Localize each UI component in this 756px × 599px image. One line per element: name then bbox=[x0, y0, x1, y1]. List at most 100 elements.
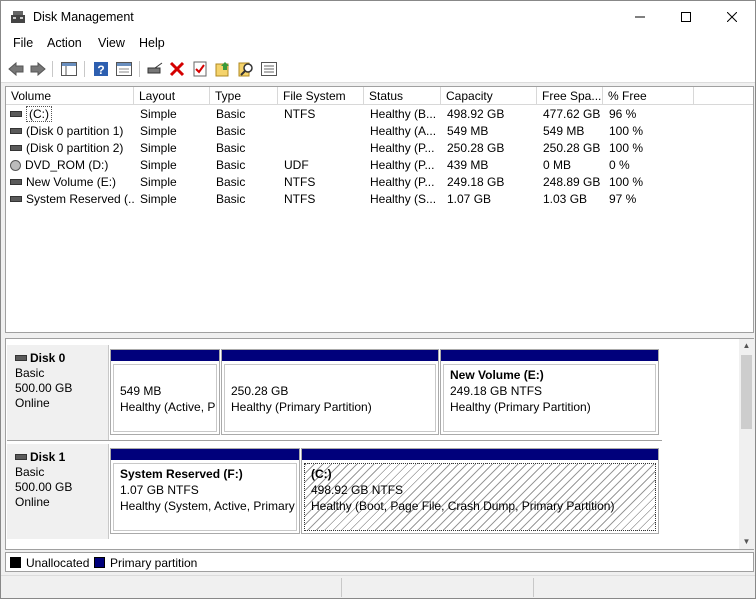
toolbar-separator bbox=[84, 61, 85, 77]
column-header-percent-free[interactable]: % Free bbox=[603, 87, 694, 105]
disk-graphical-view[interactable]: Disk 0 Basic 500.00 GB Online 549 MB Hea… bbox=[5, 338, 754, 550]
volume-free-space: 549 MB bbox=[543, 124, 585, 138]
disk-0-partition-2[interactable]: 250.28 GB Healthy (Primary Partition) bbox=[221, 349, 439, 435]
volume-name: (Disk 0 partition 2) bbox=[26, 141, 124, 155]
volume-status: Healthy (P... bbox=[370, 141, 435, 155]
volume-type: Basic bbox=[216, 141, 246, 155]
partition-size: 549 MB bbox=[120, 384, 162, 398]
column-header-status[interactable]: Status bbox=[364, 87, 441, 105]
connect-icon bbox=[147, 62, 163, 74]
vertical-scrollbar[interactable]: ▲ ▼ bbox=[739, 339, 754, 549]
scrollbar-thumb[interactable] bbox=[741, 355, 752, 429]
disk-management-window: Disk Management File Action View Help ? bbox=[0, 0, 756, 599]
status-bar-segment bbox=[533, 578, 534, 597]
show-hide-console-tree-button[interactable] bbox=[59, 59, 79, 79]
legend-primary-partition: Primary partition bbox=[110, 556, 198, 570]
disk-name: Disk 1 bbox=[30, 450, 66, 464]
volume-capacity: 549 MB bbox=[447, 124, 489, 138]
column-header-file-system[interactable]: File System bbox=[278, 87, 364, 105]
legend-unallocated: Unallocated bbox=[26, 556, 90, 570]
unallocated-swatch bbox=[10, 557, 21, 568]
volume-list-header: Volume Layout Type File System Status Ca… bbox=[6, 87, 753, 105]
volume-icon bbox=[10, 178, 22, 185]
import-button[interactable] bbox=[213, 59, 233, 79]
disk-1-partition-system-reserved[interactable]: System Reserved (F:) 1.07 GB NTFS Health… bbox=[110, 448, 300, 534]
properties-button[interactable] bbox=[114, 59, 134, 79]
menu-help[interactable]: Help bbox=[139, 36, 165, 50]
menu-action[interactable]: Action bbox=[47, 36, 82, 50]
list-button[interactable] bbox=[259, 59, 279, 79]
disk-state: Online bbox=[15, 396, 50, 410]
primary-partition-swatch bbox=[94, 557, 105, 568]
menu-bar: File Action View Help bbox=[1, 33, 755, 55]
disk-1-partition-c[interactable]: (C:) 498.92 GB NTFS Healthy (Boot, Page … bbox=[301, 448, 659, 534]
volume-row[interactable]: System Reserved (... Simple Basic NTFS H… bbox=[6, 191, 753, 208]
partition-status: Healthy (Active, P bbox=[120, 400, 216, 414]
search-button[interactable] bbox=[236, 59, 256, 79]
disk-management-app-icon bbox=[11, 11, 25, 23]
column-header-capacity[interactable]: Capacity bbox=[441, 87, 537, 105]
volume-icon bbox=[10, 110, 22, 117]
column-header-layout[interactable]: Layout bbox=[134, 87, 210, 105]
back-arrow-icon bbox=[8, 62, 24, 76]
checklist-icon bbox=[193, 61, 207, 77]
volume-row[interactable]: (Disk 0 partition 1) Simple Basic Health… bbox=[6, 123, 753, 140]
volume-status: Healthy (P... bbox=[370, 158, 435, 172]
column-header-type[interactable]: Type bbox=[210, 87, 278, 105]
search-icon bbox=[238, 62, 253, 77]
volume-row[interactable]: DVD_ROM (D:) Simple Basic UDF Healthy (P… bbox=[6, 157, 753, 174]
partition-status: Healthy (Primary Partition) bbox=[231, 400, 372, 414]
volume-file-system: NTFS bbox=[284, 192, 316, 206]
console-tree-icon bbox=[61, 62, 77, 76]
close-icon bbox=[727, 12, 737, 22]
volume-capacity: 250.28 GB bbox=[447, 141, 505, 155]
toolbar-separator bbox=[52, 61, 53, 77]
volume-free-space: 477.62 GB bbox=[543, 107, 601, 121]
minimize-button[interactable] bbox=[617, 1, 663, 33]
volume-layout: Simple bbox=[140, 192, 177, 206]
volume-list[interactable]: Volume Layout Type File System Status Ca… bbox=[5, 86, 754, 333]
properties-icon bbox=[116, 62, 132, 76]
volume-free-space: 0 MB bbox=[543, 158, 572, 172]
checklist-button[interactable] bbox=[190, 59, 210, 79]
close-button[interactable] bbox=[709, 1, 755, 33]
column-header-free-space[interactable]: Free Spa... bbox=[537, 87, 603, 105]
volume-icon bbox=[10, 127, 22, 134]
back-button[interactable] bbox=[6, 59, 26, 79]
volume-row[interactable]: (C:) Simple Basic NTFS Healthy (B... 498… bbox=[6, 106, 753, 123]
volume-row[interactable]: New Volume (E:) Simple Basic NTFS Health… bbox=[6, 174, 753, 191]
volume-layout: Simple bbox=[140, 124, 177, 138]
disk-1-label[interactable]: Disk 1 Basic 500.00 GB Online bbox=[7, 444, 109, 539]
scroll-down-icon[interactable]: ▼ bbox=[739, 535, 754, 549]
volume-capacity: 249.18 GB bbox=[447, 175, 505, 189]
maximize-button[interactable] bbox=[663, 1, 709, 33]
volume-layout: Simple bbox=[140, 158, 177, 172]
forward-arrow-icon bbox=[30, 62, 46, 76]
volume-type: Basic bbox=[216, 107, 246, 121]
disk-0-partition-new-volume[interactable]: New Volume (E:) 249.18 GB NTFS Healthy (… bbox=[440, 349, 659, 435]
partition-name: (C:) bbox=[311, 467, 332, 481]
volume-name: New Volume (E:) bbox=[26, 175, 117, 189]
volume-capacity: 1.07 GB bbox=[447, 192, 492, 206]
svg-text:?: ? bbox=[97, 63, 104, 77]
menu-view[interactable]: View bbox=[98, 36, 125, 50]
import-icon bbox=[215, 62, 229, 77]
scroll-up-icon[interactable]: ▲ bbox=[739, 339, 754, 353]
menu-file[interactable]: File bbox=[13, 36, 33, 50]
volume-percent-free: 96 % bbox=[609, 107, 637, 121]
primary-partition-bar bbox=[302, 449, 658, 460]
disk-0-partition-1[interactable]: 549 MB Healthy (Active, P bbox=[110, 349, 220, 435]
help-button[interactable]: ? bbox=[91, 59, 111, 79]
volume-percent-free: 0 % bbox=[609, 158, 630, 172]
volume-percent-free: 97 % bbox=[609, 192, 637, 206]
column-header-volume[interactable]: Volume bbox=[6, 87, 134, 105]
delete-button[interactable] bbox=[167, 59, 187, 79]
partition-legend: Unallocated Primary partition bbox=[5, 552, 754, 572]
connect-button[interactable] bbox=[145, 59, 165, 79]
volume-layout: Simple bbox=[140, 107, 177, 121]
volume-row[interactable]: (Disk 0 partition 2) Simple Basic Health… bbox=[6, 140, 753, 157]
forward-button[interactable] bbox=[28, 59, 48, 79]
partition-status: Healthy (Boot, Page File, Crash Dump, Pr… bbox=[311, 499, 615, 513]
disk-0-label[interactable]: Disk 0 Basic 500.00 GB Online bbox=[7, 345, 109, 440]
volume-status: Healthy (A... bbox=[370, 124, 437, 138]
